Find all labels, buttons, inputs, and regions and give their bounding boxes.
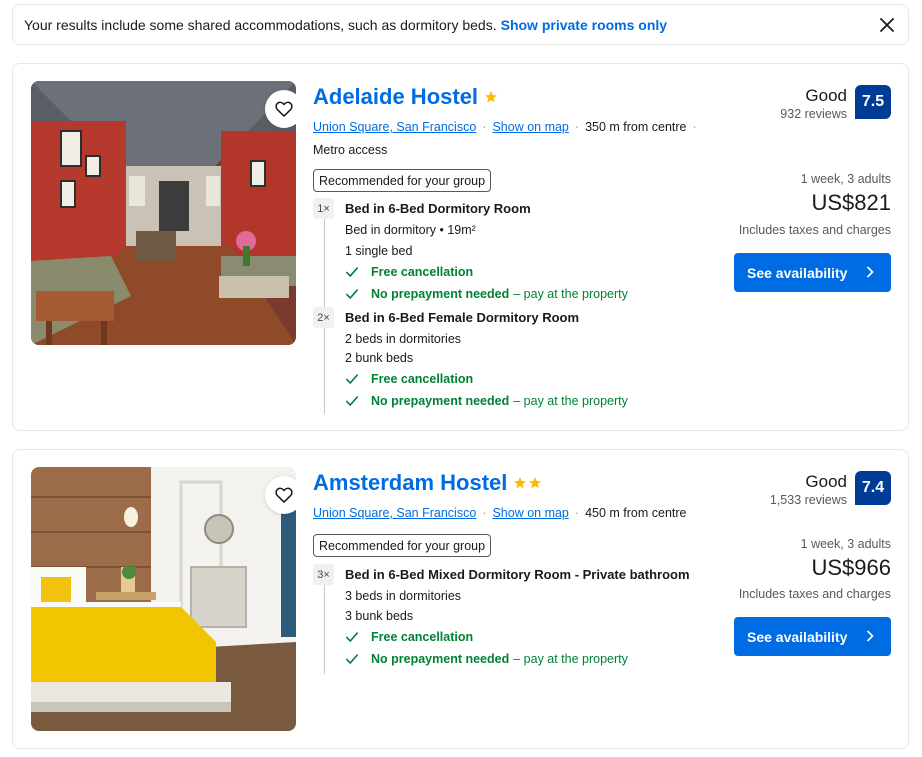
close-icon[interactable] (878, 16, 896, 34)
free-cancellation-perk: Free cancellation (345, 265, 473, 279)
neighborhood-link[interactable]: Union Square, San Francisco (313, 120, 476, 134)
recommended-badge: Recommended for your group (313, 534, 492, 557)
separator-dot: · (482, 506, 487, 520)
rooms-divider-line (324, 584, 325, 674)
room-beds: 2 bunk beds (345, 351, 414, 365)
taxes-note: Includes taxes and charges (738, 223, 891, 237)
perk-label: Free cancellation (371, 265, 474, 279)
taxes-note: Includes taxes and charges (738, 587, 891, 601)
show-on-map-link[interactable]: Show on map (492, 506, 568, 520)
room-quantity-badge: 3× (313, 564, 334, 585)
button-label: See availability (747, 628, 848, 645)
room-name: Bed in 6-Bed Female Dormitory Room (345, 310, 580, 325)
checkmark-icon (345, 632, 359, 643)
review-score-badge[interactable]: 7.5 (855, 85, 891, 119)
star-icon (485, 91, 497, 103)
property-photo[interactable] (31, 81, 296, 345)
property-title-row: Amsterdam Hostel (313, 470, 542, 496)
property-card: Amsterdam Hostel Union Square, San Franc… (12, 449, 909, 749)
save-to-favourites-button[interactable] (265, 476, 296, 514)
heart-icon (275, 101, 293, 117)
price: US$966 (811, 555, 891, 580)
stay-details: 1 week, 3 adults (800, 537, 891, 551)
rating-word: Good (805, 86, 847, 105)
star-rating (513, 476, 542, 490)
property-title[interactable]: Amsterdam Hostel (313, 470, 507, 496)
see-availability-button[interactable]: See availability (734, 253, 891, 292)
room-beds: 1 single bed (345, 244, 413, 258)
review-score-badge[interactable]: 7.4 (855, 471, 891, 505)
star-icon (514, 477, 527, 489)
shared-accommodation-banner: Your results include some shared accommo… (12, 4, 909, 45)
distance-text: 450 m from centre (585, 506, 687, 520)
perk-label: Free cancellation (371, 630, 474, 644)
separator-dot: · (692, 120, 697, 134)
chevron-right-icon (867, 630, 874, 642)
neighborhood-link[interactable]: Union Square, San Francisco (313, 506, 476, 520)
recommended-badge: Recommended for your group (313, 169, 492, 192)
perk-detail: – pay at the property (513, 652, 628, 666)
separator-dot: · (574, 120, 580, 134)
checkmark-icon (345, 267, 359, 278)
perk-label: No prepayment needed (371, 652, 510, 666)
room-detail: Bed in dormitory • 19m² (345, 223, 476, 237)
price: US$821 (811, 190, 891, 215)
room-detail: 2 beds in dormitories (345, 332, 462, 346)
metro-access-text: Metro access (313, 143, 388, 157)
chevron-right-icon (867, 266, 874, 278)
checkmark-icon (345, 374, 359, 385)
star-icon (529, 477, 542, 489)
separator-dot: · (574, 506, 580, 520)
room-beds: 3 bunk beds (345, 609, 414, 623)
property-title[interactable]: Adelaide Hostel (313, 84, 478, 110)
show-on-map-link[interactable]: Show on map (492, 120, 568, 134)
no-prepayment-perk: No prepayment needed – pay at the proper… (345, 652, 628, 666)
room-quantity-badge: 2× (313, 307, 334, 328)
heart-icon (275, 487, 293, 503)
free-cancellation-perk: Free cancellation (345, 372, 473, 386)
perk-detail: – pay at the property (513, 394, 628, 408)
star-rating (484, 90, 498, 104)
free-cancellation-perk: Free cancellation (345, 630, 473, 644)
review-count[interactable]: 1,533 reviews (770, 493, 847, 507)
no-prepayment-perk: No prepayment needed – pay at the proper… (345, 394, 628, 408)
checkmark-icon (345, 289, 359, 300)
perk-label: No prepayment needed (371, 394, 510, 408)
room-name: Bed in 6-Bed Mixed Dormitory Room - Priv… (345, 567, 690, 582)
property-card: Adelaide Hostel Union Square, San Franci… (12, 63, 909, 431)
checkmark-icon (345, 396, 359, 407)
checkmark-icon (345, 654, 359, 665)
rating-word: Good (805, 472, 847, 491)
property-photo[interactable] (31, 467, 296, 731)
stay-details: 1 week, 3 adults (800, 172, 891, 186)
button-label: See availability (747, 264, 848, 281)
distance-text: 350 m from centre (585, 120, 687, 134)
room-quantity-badge: 1× (313, 198, 334, 219)
show-private-rooms-link[interactable]: Show private rooms only (501, 17, 667, 33)
room-detail: 3 beds in dormitories (345, 589, 462, 603)
no-prepayment-perk: No prepayment needed – pay at the proper… (345, 287, 628, 301)
review-count[interactable]: 932 reviews (780, 107, 847, 121)
separator-dot: · (482, 120, 487, 134)
banner-text: Your results include some shared accommo… (24, 16, 497, 33)
room-name: Bed in 6-Bed Dormitory Room (345, 201, 531, 216)
location-row: Union Square, San Francisco · Show on ma… (313, 506, 687, 520)
property-title-row: Adelaide Hostel (313, 84, 498, 110)
perk-detail: – pay at the property (513, 287, 628, 301)
location-row: Union Square, San Francisco · Show on ma… (313, 120, 703, 134)
perk-label: Free cancellation (371, 372, 474, 386)
see-availability-button[interactable]: See availability (734, 617, 891, 656)
perk-label: No prepayment needed (371, 287, 510, 301)
save-to-favourites-button[interactable] (265, 90, 296, 128)
